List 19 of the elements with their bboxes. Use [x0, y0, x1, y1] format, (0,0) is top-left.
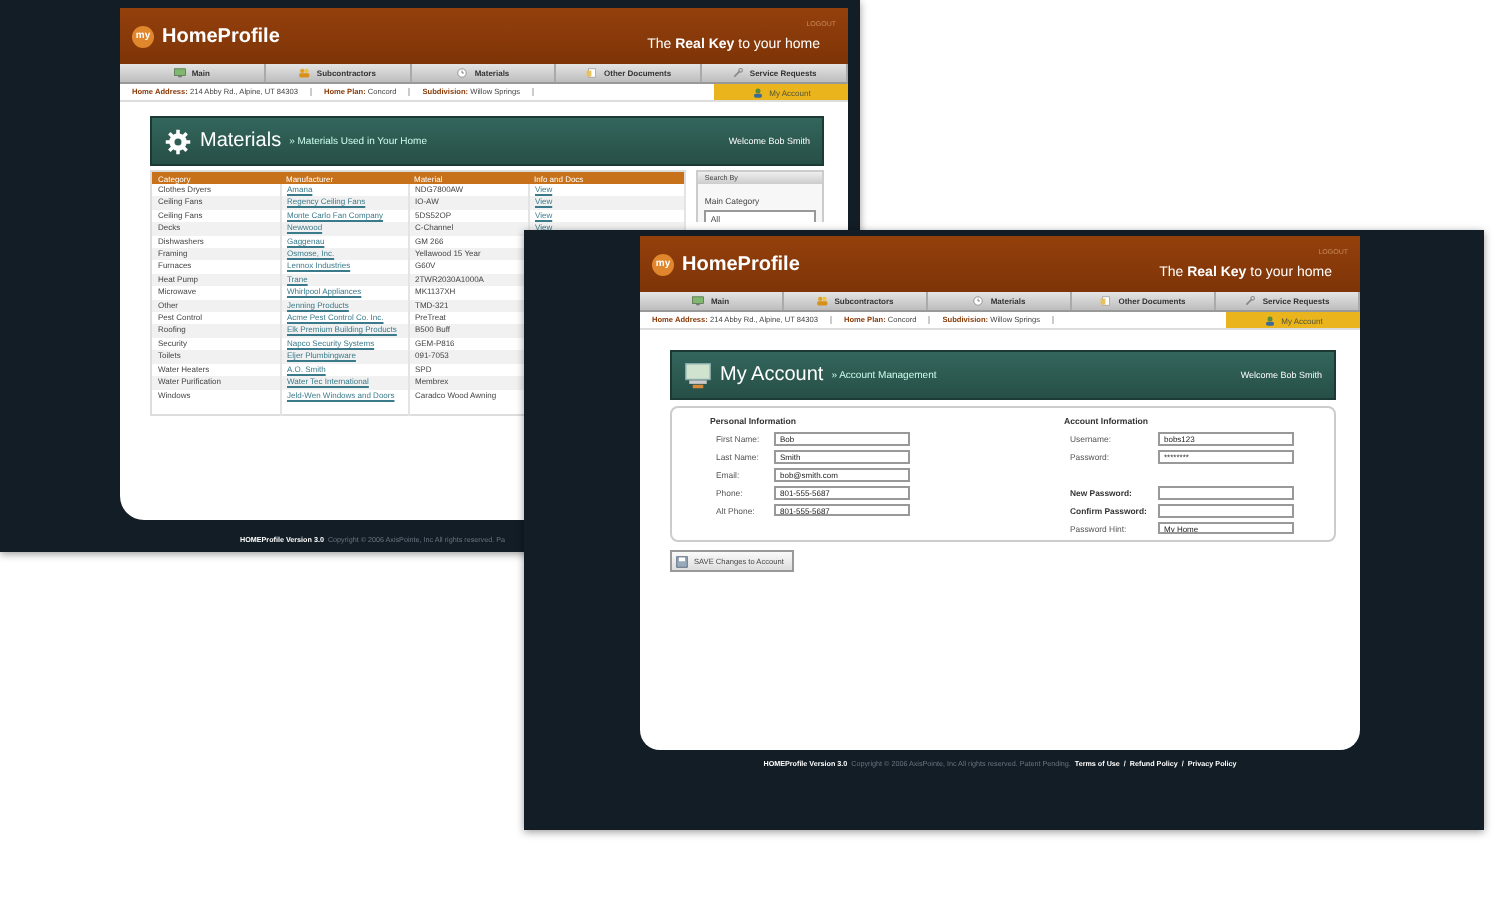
- clock-icon: [972, 296, 985, 306]
- gear-icon: [164, 127, 192, 155]
- wrench-icon: [1244, 296, 1257, 306]
- person-icon: [1263, 315, 1276, 325]
- monitor-icon: [692, 296, 705, 306]
- page-title: Materials: [200, 130, 282, 152]
- clock-icon: [456, 68, 469, 78]
- input-field[interactable]: [1158, 504, 1294, 518]
- logo-text: HomeProfile: [682, 253, 800, 275]
- page-title: My Account: [720, 364, 824, 386]
- monitor-icon: [173, 68, 186, 78]
- person-icon: [751, 87, 764, 97]
- input-field[interactable]: [1158, 486, 1294, 500]
- logo-text: HomeProfile: [162, 25, 280, 47]
- people-icon: [298, 68, 311, 78]
- people-icon: [816, 296, 829, 306]
- disk-icon: [676, 555, 688, 567]
- wrench-icon: [731, 68, 744, 78]
- computer-icon: [684, 361, 712, 389]
